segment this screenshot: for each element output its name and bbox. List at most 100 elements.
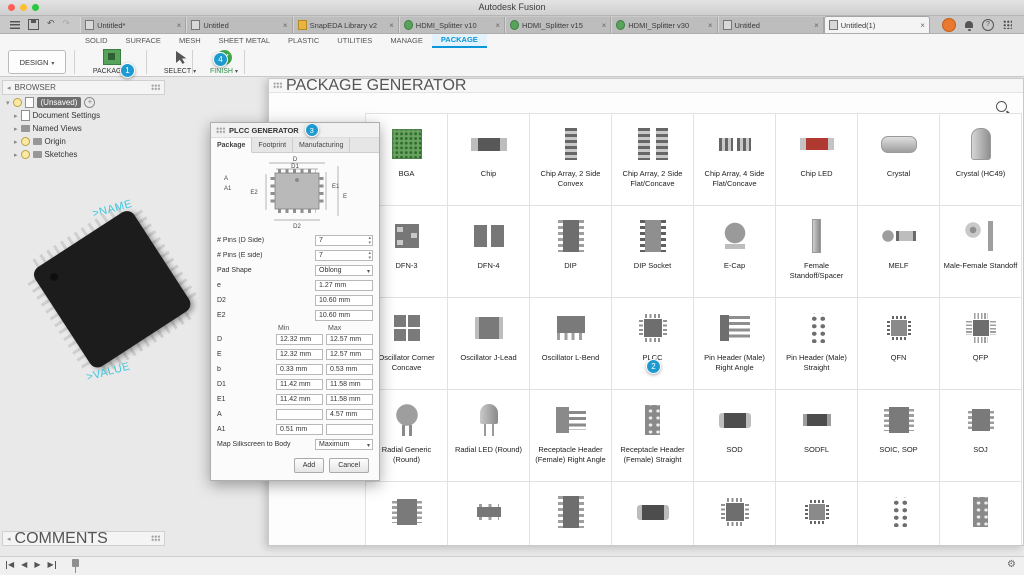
max-input[interactable]: 0.53 mm [326,364,373,375]
package-card[interactable] [776,482,858,545]
document-tab[interactable]: Untitled* × [80,17,186,33]
document-tab[interactable]: HDMI_Splitter v30 × [611,17,717,33]
tab-footprint[interactable]: Footprint [252,138,293,152]
package-card[interactable]: Pin Header (Male) Straight [776,298,858,390]
drag-handle-icon[interactable] [151,535,160,542]
package-card[interactable]: SOD [694,390,776,482]
package-card[interactable]: Oscillator J-Lead [448,298,530,390]
package-card[interactable]: QFP [940,298,1022,390]
package-card[interactable]: PLCC [612,298,694,390]
min-input[interactable]: 0.33 mm [276,364,323,375]
expand-arrow-icon[interactable] [6,98,10,107]
package-card[interactable] [694,482,776,545]
package-card[interactable]: Chip Array, 2 Side Flat/Concave [612,114,694,206]
menu-icon[interactable] [10,21,20,29]
user-avatar[interactable] [942,18,956,32]
min-input[interactable]: 12.32 mm [276,349,323,360]
notifications-bell-icon[interactable] [965,21,973,28]
design-workspace-button[interactable]: DESIGN [8,50,66,74]
ribbon-tab[interactable]: SHEET METAL [210,34,279,47]
package-card[interactable]: Oscillator L-Bend [530,298,612,390]
dialog-titlebar[interactable]: PLCC GENERATOR 3 [211,123,379,138]
max-input[interactable] [326,424,373,435]
field-input[interactable]: 1.27 mm [315,280,373,291]
close-icon[interactable]: × [389,21,394,30]
package-card[interactable]: DFN-4 [448,206,530,298]
browser-item[interactable]: Sketches [2,148,165,161]
max-input[interactable]: 12.57 mm [326,349,373,360]
document-tab[interactable]: Untitled(1) × [824,16,930,33]
visibility-bulb-icon[interactable] [13,98,22,107]
package-card[interactable]: SODFL [776,390,858,482]
close-icon[interactable]: × [283,21,288,30]
browser-item[interactable]: Origin [2,135,165,148]
expand-arrow-icon[interactable] [14,111,18,120]
package-card[interactable] [612,482,694,545]
ribbon-tab[interactable]: PLASTIC [279,34,328,47]
package-card[interactable]: SOIC, SOP [858,390,940,482]
plcc-body[interactable] [31,208,194,371]
expand-arrow-icon[interactable] [14,150,18,159]
visibility-bulb-icon[interactable] [21,137,30,146]
ribbon-tab[interactable]: SOLID [76,34,117,47]
timeline-end-icon[interactable]: ▶ [47,561,55,569]
package-card[interactable]: Radial LED (Round) [448,390,530,482]
package-card[interactable]: E-Cap [694,206,776,298]
visibility-bulb-icon[interactable] [21,150,30,159]
comments-header[interactable]: ◂ COMMENTS [2,531,165,546]
ribbon-tab[interactable]: MANAGE [381,34,432,47]
package-card[interactable]: DIP Socket [612,206,694,298]
timeline-marker-icon[interactable] [72,559,79,567]
expand-arrow-icon[interactable] [14,124,18,133]
drag-handle-icon[interactable] [273,82,282,89]
ribbon-tab[interactable]: UTILITIES [328,34,381,47]
package-card[interactable] [448,482,530,545]
package-card[interactable] [530,482,612,545]
min-input[interactable]: 11.42 mm [276,379,323,390]
max-input[interactable]: 11.58 mm [326,394,373,405]
min-input[interactable]: 11.42 mm [276,394,323,405]
min-input[interactable] [276,409,323,420]
timeline-step-back-icon[interactable]: ◀ [21,561,27,569]
browser-item[interactable]: Named Views [2,122,165,135]
min-input[interactable]: 0.51 mm [276,424,323,435]
min-input[interactable]: 12.32 mm [276,334,323,345]
expand-arrow-icon[interactable] [14,137,18,146]
search-icon[interactable] [996,101,1007,112]
gear-icon[interactable]: ⚙ [1007,560,1016,570]
help-icon[interactable] [982,19,994,31]
silkscreen-select[interactable]: Maximum [315,439,373,450]
package-card[interactable]: Receptacle Header (Female) Straight [612,390,694,482]
document-tab[interactable]: Untitled × [718,17,824,33]
add-icon[interactable]: + [84,97,95,108]
document-tab[interactable]: Untitled × [186,17,292,33]
field-input[interactable]: Oblong [315,265,373,276]
package-card[interactable] [940,482,1022,545]
drag-handle-icon[interactable] [151,84,160,91]
drag-handle-icon[interactable] [216,127,225,134]
field-input[interactable]: 7 [315,250,373,261]
browser-header[interactable]: ◂ BROWSER [2,80,165,95]
close-icon[interactable]: × [814,21,819,30]
redo-icon[interactable]: ↷ [63,20,71,29]
package-card[interactable]: Crystal [858,114,940,206]
max-input[interactable]: 11.58 mm [326,379,373,390]
undo-icon[interactable]: ↶ [47,20,55,29]
browser-item[interactable]: Document Settings [2,109,165,122]
browser-root-item[interactable]: (Unsaved) + [2,95,165,109]
package-card[interactable]: Receptacle Header (Female) Right Angle [530,390,612,482]
ribbon-tab[interactable]: PACKAGE [432,33,487,48]
package-card[interactable]: Female Standoff/Spacer [776,206,858,298]
tab-package[interactable]: Package [211,138,252,153]
package-card[interactable] [858,482,940,545]
package-card[interactable]: Pin Header (Male) Right Angle [694,298,776,390]
close-icon[interactable]: × [602,21,607,30]
close-icon[interactable]: × [177,21,182,30]
package-card[interactable]: QFN [858,298,940,390]
package-card[interactable]: DIP [530,206,612,298]
package-generator-header[interactable]: PACKAGE GENERATOR [269,79,1023,93]
max-input[interactable]: 4.57 mm [326,409,373,420]
package-card[interactable]: Chip Array, 2 Side Convex [530,114,612,206]
ribbon-tab[interactable]: SURFACE [117,34,170,47]
max-input[interactable]: 12.57 mm [326,334,373,345]
